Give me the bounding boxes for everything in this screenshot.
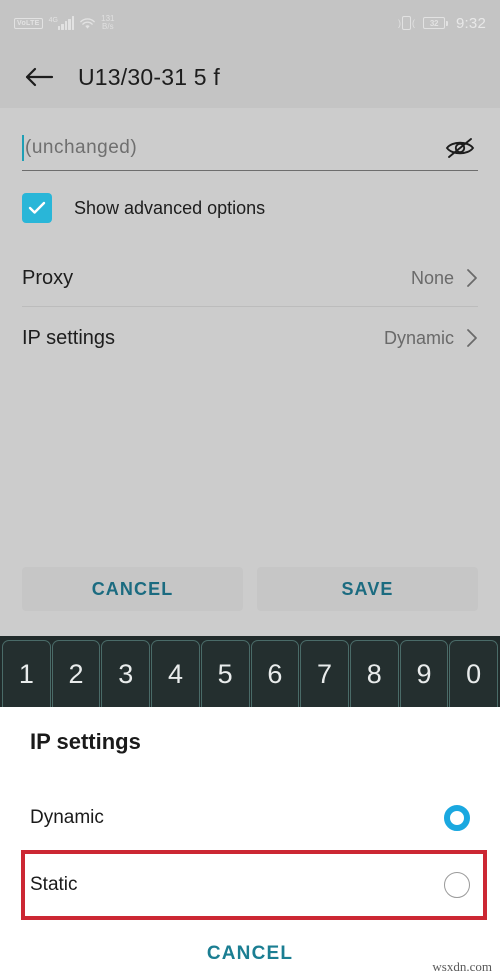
ip-settings-value: Dynamic	[383, 327, 454, 348]
numeric-keyboard: 1 2 3 4 5 6 7 8 9 0	[0, 636, 500, 708]
key-7[interactable]: 7	[300, 640, 349, 708]
clock: 9:32	[456, 14, 486, 32]
signal-bar	[57, 26, 61, 30]
signal-bar	[64, 21, 68, 30]
app-header: U13/30-31 5 f	[0, 46, 500, 108]
back-arrow-icon[interactable]	[22, 60, 56, 94]
cancel-button[interactable]: CANCEL	[22, 567, 243, 611]
text-caret	[22, 134, 24, 161]
battery-icon: 32	[423, 17, 448, 29]
battery-level: 32	[429, 18, 439, 28]
key-2[interactable]: 2	[51, 640, 101, 708]
key-1[interactable]: 1	[2, 640, 51, 708]
option-dynamic-label: Dynamic	[30, 807, 104, 828]
wifi-edit-form: (unchanged) Show advanced options Proxy …	[0, 108, 500, 636]
chevron-right-icon	[466, 328, 478, 348]
password-placeholder: (unchanged)	[25, 136, 138, 158]
status-bar-left: VoLTE 4G 131 B/s	[14, 15, 115, 31]
vibrate-icon: ) (	[398, 16, 415, 30]
radio-static[interactable]	[444, 872, 470, 898]
phone-screen: VoLTE 4G 131 B/s) (32 9:32 U13/30-31 5…	[0, 0, 500, 979]
cellular-signal-icon: 4G	[49, 16, 75, 30]
password-row: (unchanged)	[22, 125, 478, 173]
advanced-options-label: Show advanced options	[74, 197, 266, 218]
network-speed-unit: B/s	[102, 22, 114, 31]
option-static[interactable]: Static	[0, 857, 500, 913]
key-0[interactable]: 0	[449, 640, 499, 708]
key-4[interactable]: 4	[151, 640, 200, 708]
status-bar-right: ) ( 32 9:32	[398, 15, 486, 32]
page-title: U13/30-31 5 f	[78, 63, 220, 90]
ip-settings-dialog: IP settings Dynamic Static CANCEL wsxdn.…	[0, 707, 500, 979]
dialog-title: IP settings	[30, 729, 141, 754]
advanced-options-checkbox[interactable]	[22, 193, 52, 223]
proxy-row[interactable]: Proxy None	[22, 250, 478, 306]
network-type-label: 4G	[48, 17, 58, 24]
volte-icon: VoLTE	[14, 17, 43, 29]
key-3[interactable]: 3	[101, 640, 151, 708]
watermark: wsxdn.com	[432, 959, 492, 974]
network-speed-indicator: 131 B/s	[101, 15, 114, 31]
signal-bar	[61, 23, 64, 30]
key-5[interactable]: 5	[200, 640, 250, 708]
proxy-label: Proxy	[22, 266, 74, 289]
key-8[interactable]: 8	[349, 640, 399, 708]
option-static-label: Static	[30, 874, 78, 895]
save-button[interactable]: SAVE	[257, 567, 478, 611]
proxy-value: None	[410, 267, 454, 288]
key-6[interactable]: 6	[250, 640, 300, 708]
row-divider	[22, 306, 478, 307]
status-bar: VoLTE 4G 131 B/s) (32 9:32	[0, 0, 500, 46]
radio-dynamic[interactable]	[444, 805, 470, 831]
signal-bar	[71, 16, 75, 30]
show-advanced-options-row[interactable]: Show advanced options	[22, 193, 265, 223]
eye-off-icon[interactable]	[444, 135, 476, 161]
chevron-right-icon	[466, 268, 478, 288]
ip-settings-row[interactable]: IP settings Dynamic	[22, 310, 478, 366]
option-dynamic[interactable]: Dynamic	[0, 790, 500, 846]
form-action-bar: CANCEL SAVE	[0, 567, 500, 611]
wifi-icon	[80, 17, 95, 29]
signal-bar	[68, 18, 71, 30]
key-9[interactable]: 9	[399, 640, 449, 708]
password-input[interactable]: (unchanged)	[22, 125, 478, 171]
dialog-cancel-button[interactable]: CANCEL	[0, 943, 500, 965]
ip-settings-label: IP settings	[22, 326, 116, 349]
